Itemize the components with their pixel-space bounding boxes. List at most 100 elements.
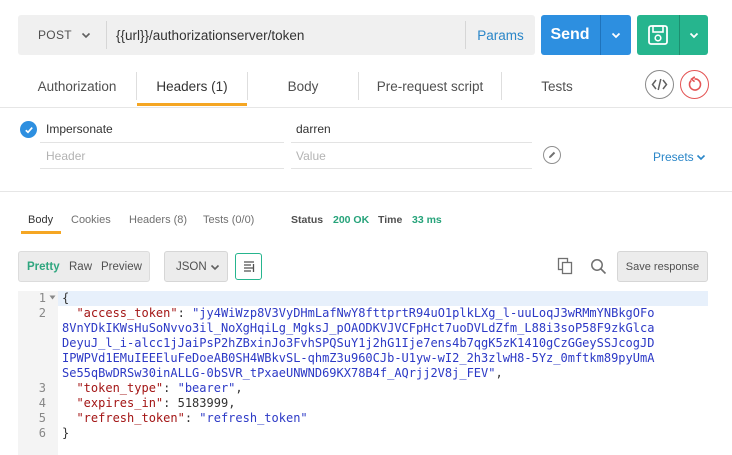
params-button[interactable]: Params	[466, 15, 535, 55]
send-button[interactable]: Send	[541, 15, 599, 55]
fold-arrow-icon[interactable]	[49, 294, 56, 301]
wrap-lines-button[interactable]	[235, 253, 262, 280]
json-string: "refresh_token"	[199, 411, 308, 425]
chevron-down-icon	[689, 32, 699, 39]
save-button-group	[637, 15, 708, 55]
view-pretty-button[interactable]: Pretty	[27, 252, 60, 281]
json-key: "expires_in"	[76, 396, 164, 410]
undo-icon	[688, 76, 702, 91]
json-string: "jy4WiWzp8V3VyDHmLafNwY8fttprtR94uO1plkL…	[192, 306, 655, 320]
format-select[interactable]: JSON	[164, 251, 228, 282]
line-number: 6	[38, 426, 46, 440]
json-string: DeyuJ_l_i-alcc1jJaiPsP2hZBxinJo3FvhSPQSu…	[62, 336, 655, 350]
tab-body[interactable]: Body	[248, 66, 358, 106]
code-line: IPWPVd1EMuIEEEluFeDoeAB0SH4WBkvSL-qhmZ3u…	[62, 351, 654, 366]
code-line: "refresh_token": "refresh_token"	[76, 411, 308, 425]
tab-label: Headers (1)	[156, 78, 228, 94]
reset-button[interactable]	[680, 70, 709, 99]
method-select[interactable]: POST	[18, 15, 106, 55]
line-number: 4	[38, 396, 46, 410]
response-tab-body[interactable]: Body	[28, 214, 53, 226]
line-number: 5	[38, 411, 46, 425]
divider	[0, 191, 732, 192]
divider	[291, 168, 532, 169]
divider	[40, 142, 284, 143]
copy-icon[interactable]	[557, 257, 573, 275]
chevron-down-icon	[210, 264, 219, 270]
code-line: "token_type": "bearer",	[76, 381, 243, 395]
json-string: 8VnYDkIKWsHuSoNvvo3il_NoXgHqiLg_MgksJ_pO…	[62, 321, 655, 335]
code-line: {	[62, 291, 69, 306]
json-key: "access_token"	[76, 306, 178, 320]
code-line: DeyuJ_l_i-alcc1jJaiPsP2hZBxinJo3FvhSPQSu…	[62, 336, 654, 351]
send-dropdown-button[interactable]	[601, 15, 631, 55]
tab-tests[interactable]: Tests	[502, 66, 612, 106]
save-dropdown-button[interactable]	[680, 15, 708, 55]
json-string: "bearer"	[177, 381, 236, 395]
view-mode-group: Pretty Raw Preview	[18, 251, 150, 282]
response-tab-headers[interactable]: Headers (8)	[129, 214, 187, 226]
json-key: "refresh_token"	[76, 411, 185, 425]
chevron-down-icon	[81, 32, 90, 39]
time-label: Time	[378, 214, 403, 226]
json-number: 5183999	[177, 396, 229, 410]
wrap-lines-icon	[243, 261, 254, 272]
bulk-edit-button[interactable]	[543, 146, 561, 164]
tab-authorization[interactable]: Authorization	[18, 66, 136, 106]
tab-label: Tests	[541, 78, 573, 94]
divider	[0, 107, 732, 108]
new-header-value-input[interactable]: Value	[296, 149, 326, 163]
json-string: IPWPVd1EMuIEEEluFeDoeAB0SH4WBkvSL-qhmZ3u…	[62, 351, 655, 365]
header-key-input[interactable]: Impersonate	[46, 122, 113, 136]
pencil-icon	[549, 151, 556, 158]
code-brace: }	[62, 426, 70, 440]
status-value: 200 OK	[333, 214, 370, 226]
method-label: POST	[38, 28, 72, 42]
tab-label: Body	[287, 78, 319, 94]
status-label: Status	[291, 214, 324, 226]
view-preview-button[interactable]: Preview	[101, 252, 142, 281]
tab-pre-request-script[interactable]: Pre-request script	[359, 66, 501, 106]
divider	[291, 142, 532, 143]
search-icon[interactable]	[590, 258, 607, 275]
generate-code-button[interactable]	[645, 70, 674, 99]
code-icon	[651, 78, 668, 91]
response-tab-cookies[interactable]: Cookies	[71, 214, 111, 226]
tab-headers[interactable]: Headers (1)	[137, 66, 247, 106]
checkmark-icon	[24, 126, 33, 134]
header-enabled-checkbox[interactable]	[20, 121, 37, 138]
header-value-input[interactable]: darren	[296, 122, 331, 136]
time-value: 33 ms	[412, 214, 442, 226]
request-tabs: Authorization Headers (1) Body Pre-reque…	[18, 66, 638, 106]
code-line: Se55qBwDRSw30inALLG-0bSVR_tPxaeUNWND69KX…	[62, 366, 503, 380]
new-header-key-input[interactable]: Header	[46, 149, 85, 163]
json-string: Se55qBwDRSw30inALLG-0bSVR_tPxaeUNWND69KX…	[62, 366, 496, 380]
divider	[40, 168, 284, 169]
code-brace: {	[62, 291, 70, 305]
tab-label: Authorization	[37, 78, 117, 94]
send-button-group: Send	[541, 15, 631, 55]
save-response-button[interactable]: Save response	[617, 251, 708, 282]
line-number: 2	[38, 306, 46, 320]
chevron-down-icon	[611, 32, 621, 39]
code-line: }	[62, 426, 69, 441]
save-button[interactable]	[637, 15, 679, 55]
code-line: "access_token": "jy4WiWzp8V3VyDHmLafNwY8…	[76, 306, 655, 320]
active-tab-indicator	[21, 231, 61, 234]
presets-label: Presets	[653, 150, 694, 164]
format-label: JSON	[176, 260, 207, 273]
line-number: 1	[38, 291, 46, 305]
divider	[106, 21, 107, 49]
presets-dropdown[interactable]: Presets	[653, 150, 706, 164]
response-tab-tests[interactable]: Tests (0/0)	[203, 214, 254, 226]
tab-label: Pre-request script	[376, 78, 484, 94]
active-line-highlight	[58, 291, 708, 306]
view-raw-button[interactable]: Raw	[69, 252, 92, 281]
floppy-disk-icon	[648, 25, 668, 45]
line-number: 3	[38, 381, 46, 395]
code-line: 8VnYDkIKWsHuSoNvvo3il_NoXgHqiLg_MgksJ_pO…	[62, 321, 654, 336]
code-line: "expires_in": 5183999,	[76, 396, 236, 410]
response-body[interactable]: 1 2 3 4 5 6 { "access_token": "jy4WiWzp8…	[18, 291, 708, 455]
json-key: "token_type"	[76, 381, 164, 395]
url-input[interactable]: {{url}}/authorizationserver/token	[116, 15, 304, 55]
